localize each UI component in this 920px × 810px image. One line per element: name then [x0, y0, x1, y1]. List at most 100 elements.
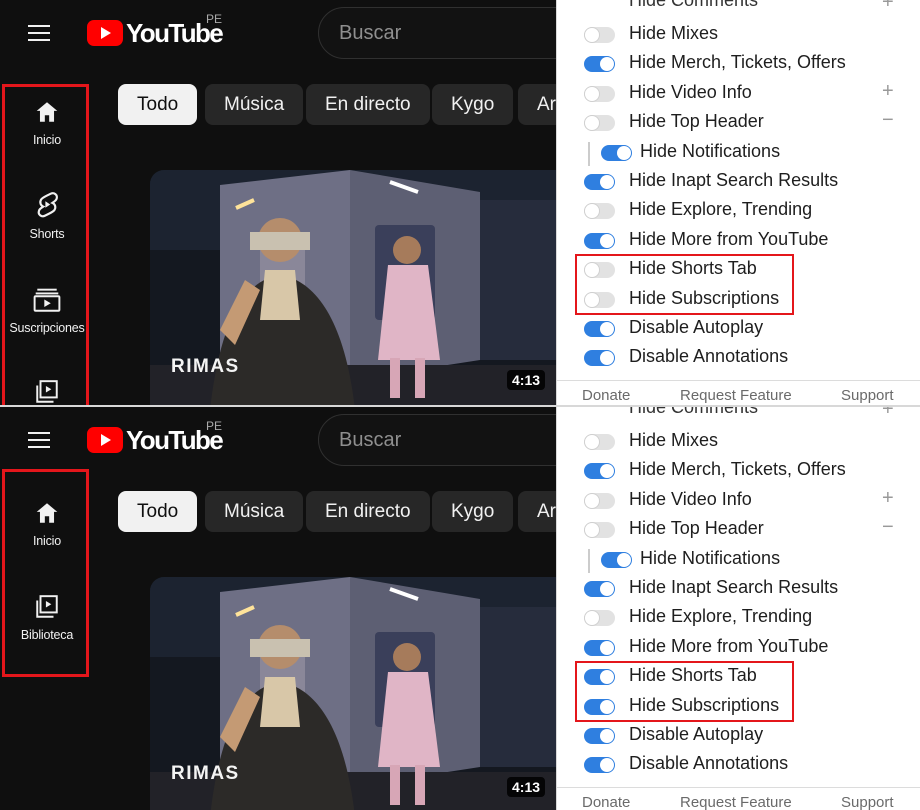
option-label: Hide Video Info	[629, 82, 752, 102]
option-toggle[interactable]	[584, 669, 615, 685]
option-toggle[interactable]	[584, 56, 615, 72]
support-link[interactable]: Support	[841, 794, 894, 810]
option-toggle[interactable]	[584, 610, 615, 626]
chip-musica[interactable]: Música	[205, 84, 304, 125]
nested-indent-bar	[588, 142, 590, 166]
option-toggle[interactable]	[584, 27, 615, 43]
youtube-page: YouTube PE Buscar Inicio Shorts Suscripc…	[0, 0, 556, 405]
chip-todo[interactable]: Todo	[118, 84, 198, 125]
youtube-play-icon	[87, 20, 123, 46]
option-label: Hide Explore, Trending	[629, 606, 813, 626]
extension-options-panel: Hide Comments + Hide Mixes Hide Merch, Ti…	[556, 407, 920, 810]
option-row: Disable Annotations	[557, 750, 920, 778]
option-toggle[interactable]	[584, 350, 615, 366]
option-toggle[interactable]	[584, 262, 615, 278]
option-row: Hide Notifications	[557, 545, 920, 573]
option-label-cut: Hide Comments	[629, 407, 759, 417]
youtube-logo[interactable]: YouTube	[87, 425, 224, 455]
video-duration-badge: 4:13	[507, 370, 546, 390]
option-row: Hide Mixes	[557, 20, 920, 48]
option-label: Hide Subscriptions	[629, 695, 780, 715]
option-toggle[interactable]	[584, 728, 615, 744]
minus-icon[interactable]: −	[882, 110, 894, 130]
option-row: Hide Notifications	[557, 138, 920, 166]
option-toggle[interactable]	[584, 463, 615, 479]
sidebar-item-biblioteca[interactable]: Biblioteca	[5, 594, 89, 642]
plus-icon[interactable]: +	[882, 81, 894, 101]
option-toggle[interactable]	[584, 581, 615, 597]
option-label: Hide Notifications	[640, 141, 781, 161]
option-toggle[interactable]	[601, 145, 632, 161]
option-row: Disable Annotations	[557, 343, 920, 371]
option-toggle[interactable]	[584, 203, 615, 219]
search-input[interactable]: Buscar	[318, 414, 556, 466]
option-toggle[interactable]	[584, 434, 615, 450]
sidebar-item-shorts[interactable]: Shorts	[5, 191, 89, 241]
option-label: Hide Inapt Search Results	[629, 577, 839, 597]
search-input[interactable]: Buscar	[318, 7, 556, 59]
plus-icon[interactable]: +	[882, 0, 894, 14]
option-label: Disable Autoplay	[629, 724, 764, 744]
option-row: Hide Top Header −	[557, 108, 920, 136]
menu-icon[interactable]	[26, 22, 52, 42]
option-toggle[interactable]	[601, 552, 632, 568]
sidebar-item-library[interactable]	[5, 379, 89, 405]
chip-kygo[interactable]: Kygo	[432, 491, 514, 532]
youtube-logo[interactable]: YouTube	[87, 18, 224, 48]
option-row: Hide Video Info +	[557, 486, 920, 514]
chip-ar[interactable]: Ar	[518, 491, 556, 532]
option-label: Disable Annotations	[629, 346, 789, 366]
option-label: Hide Shorts Tab	[629, 665, 757, 685]
option-toggle[interactable]	[584, 86, 615, 102]
option-label: Hide Inapt Search Results	[629, 170, 839, 190]
chip-ar[interactable]: Ar	[518, 84, 556, 125]
sidebar-item-suscripciones[interactable]: Suscripciones	[5, 287, 89, 335]
video-thumbnail[interactable]: RIMAS 4:13	[150, 577, 556, 810]
screenshot-after: YouTube PE Buscar Inicio Biblioteca Todo…	[0, 407, 920, 810]
chip-todo[interactable]: Todo	[118, 491, 198, 532]
sidebar-highlight-box: Inicio Biblioteca	[2, 469, 89, 677]
option-toggle[interactable]	[584, 493, 615, 509]
minus-icon[interactable]: −	[882, 517, 894, 537]
option-toggle[interactable]	[584, 321, 615, 337]
chip-en-directo[interactable]: En directo	[306, 84, 430, 125]
option-row: Hide Merch, Tickets, Offers	[557, 49, 920, 77]
option-toggle[interactable]	[584, 757, 615, 773]
option-toggle[interactable]	[584, 292, 615, 308]
option-label: Disable Autoplay	[629, 317, 764, 337]
video-watermark: RIMAS	[171, 763, 240, 784]
option-label: Hide Mixes	[629, 23, 719, 43]
option-toggle[interactable]	[584, 174, 615, 190]
donate-link[interactable]: Donate	[582, 794, 630, 810]
sidebar-item-label: Inicio	[33, 534, 61, 548]
video-thumbnail[interactable]: RIMAS 4:13	[150, 170, 556, 405]
option-toggle[interactable]	[584, 233, 615, 249]
chip-kygo[interactable]: Kygo	[432, 84, 514, 125]
plus-icon[interactable]: +	[882, 407, 894, 421]
request-feature-link[interactable]: Request Feature	[680, 794, 792, 810]
option-row: Hide Subscriptions	[557, 285, 920, 313]
donate-link[interactable]: Donate	[582, 387, 630, 404]
menu-icon[interactable]	[26, 429, 52, 449]
option-row: Hide More from YouTube	[557, 226, 920, 254]
option-toggle[interactable]	[584, 115, 615, 131]
chip-en-directo[interactable]: En directo	[306, 491, 430, 532]
option-row: Hide Top Header −	[557, 515, 920, 543]
plus-icon[interactable]: +	[882, 488, 894, 508]
sidebar-item-inicio[interactable]: Inicio	[5, 500, 89, 548]
options-footer: Donate Request Feature Support	[557, 380, 920, 405]
library-icon	[36, 380, 58, 403]
option-toggle[interactable]	[584, 699, 615, 715]
option-label: Hide Subscriptions	[629, 288, 780, 308]
request-feature-link[interactable]: Request Feature	[680, 387, 792, 404]
support-link[interactable]: Support	[841, 387, 894, 404]
sidebar-item-inicio[interactable]: Inicio	[5, 99, 89, 147]
youtube-play-icon	[87, 427, 123, 453]
option-label: Hide Merch, Tickets, Offers	[629, 459, 846, 479]
options-footer: Donate Request Feature Support	[557, 787, 920, 810]
option-toggle[interactable]	[584, 522, 615, 538]
video-watermark: RIMAS	[171, 356, 240, 377]
chip-musica[interactable]: Música	[205, 491, 304, 532]
shorts-icon	[37, 192, 58, 218]
option-toggle[interactable]	[584, 640, 615, 656]
